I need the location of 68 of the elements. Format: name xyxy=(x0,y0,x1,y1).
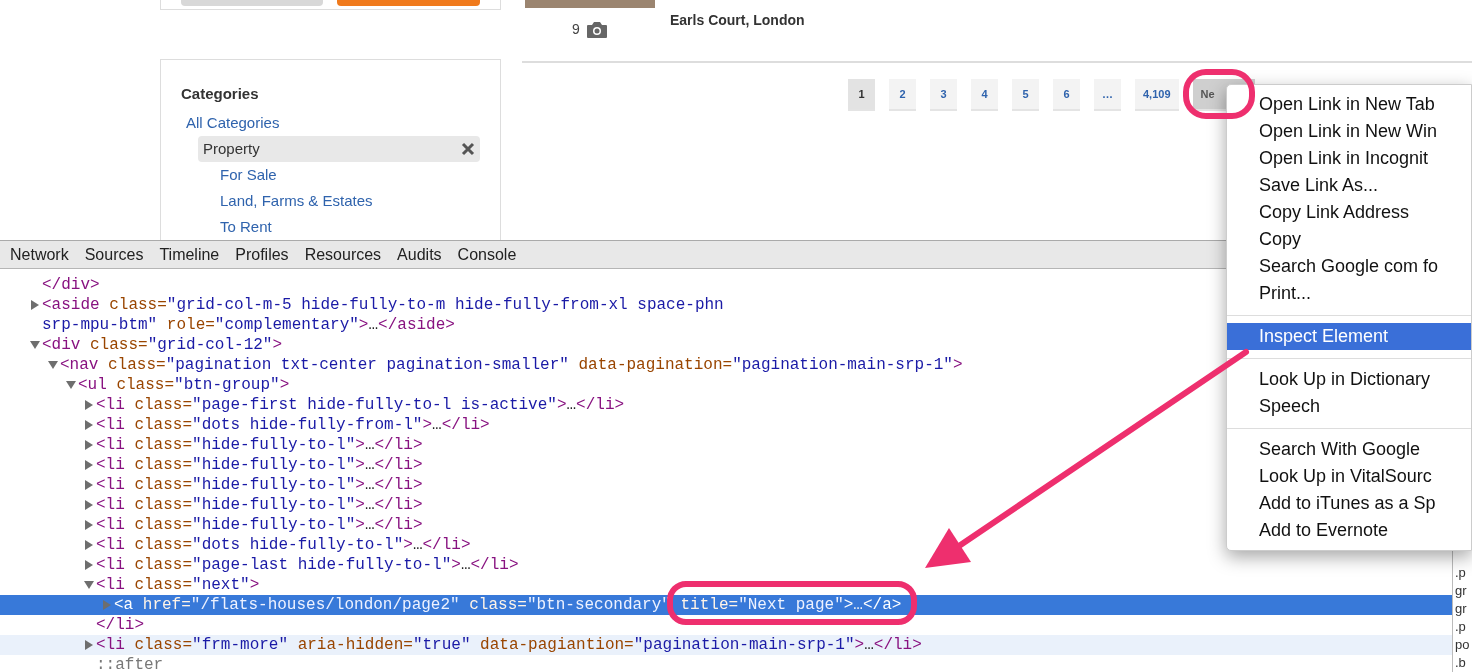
listing-location: Earls Court, London xyxy=(670,12,805,28)
devtools-tab[interactable]: Network xyxy=(10,242,69,267)
devtools-tab[interactable]: Profiles xyxy=(235,242,289,267)
style-fragment: gr xyxy=(1455,600,1468,618)
tree-row[interactable]: <li class="frm-more" aria-hidden="true" data-pagiantion="pagination-main-srp-1">…</li> xyxy=(0,635,1452,655)
menu-item[interactable]: Search Google com fo xyxy=(1227,253,1471,280)
category-link[interactable]: To Rent xyxy=(220,215,272,239)
code-line: <li class="dots hide-fully-to-l">…</li> xyxy=(96,535,471,555)
menu-item[interactable]: Copy xyxy=(1227,226,1471,253)
menu-item[interactable]: Look Up in VitalSourc xyxy=(1227,463,1471,490)
page-button[interactable]: … xyxy=(1094,79,1121,111)
code-line: <li class="hide-fully-to-l">…</li> xyxy=(96,475,423,495)
style-fragment: po xyxy=(1455,636,1471,654)
code-line: <div class="grid-col-12"> xyxy=(42,335,283,355)
close-icon[interactable] xyxy=(461,142,475,156)
tree-row[interactable]: ::after xyxy=(0,655,1452,672)
devtools-tab[interactable]: Sources xyxy=(84,242,144,267)
menu-item[interactable]: Search With Google xyxy=(1227,436,1471,463)
style-fragment: .p xyxy=(1455,618,1467,636)
code-line: <li class="page-last hide-fully-to-l">…</li> xyxy=(96,555,519,575)
photo-count: 9 xyxy=(572,20,580,39)
menu-item[interactable]: Add to iTunes as a Sp xyxy=(1227,490,1471,517)
code-line: <li class="next"> xyxy=(96,575,260,595)
page-button[interactable]: 2 xyxy=(889,79,916,111)
menu-item[interactable]: Look Up in Dictionary xyxy=(1227,366,1471,393)
page-button[interactable]: 5 xyxy=(1012,79,1039,111)
menu-item[interactable]: Open Link in Incognit xyxy=(1227,145,1471,172)
category-row[interactable]: Property xyxy=(198,136,480,162)
style-fragment: .p xyxy=(1455,564,1467,582)
style-fragment: .b xyxy=(1455,654,1467,672)
menu-item[interactable]: Inspect Element xyxy=(1227,323,1471,350)
page-button[interactable]: 4 xyxy=(971,79,998,111)
code-line: <li class="hide-fully-to-l">…</li> xyxy=(96,455,423,475)
devtools-tab[interactable]: Audits xyxy=(397,242,442,267)
code-line: <li class="dots hide-fully-from-l">…</li> xyxy=(96,415,490,435)
code-line: <ul class="btn-group"> xyxy=(78,375,290,395)
devtools-tab[interactable]: Console xyxy=(457,242,517,267)
page-button[interactable]: 3 xyxy=(930,79,957,111)
disclosure-triangle-icon[interactable] xyxy=(84,640,94,650)
tree-row[interactable]: <li class="page-last hide-fully-to-l">…</li> xyxy=(0,555,1452,575)
menu-item[interactable]: Print... xyxy=(1227,280,1471,307)
category-link[interactable]: All Categories xyxy=(186,111,280,135)
page-button[interactable]: 6 xyxy=(1053,79,1080,111)
category-link[interactable]: For Sale xyxy=(220,163,277,187)
code-line: </li> xyxy=(96,615,144,635)
style-fragment: gr xyxy=(1455,582,1468,600)
menu-item[interactable]: Copy Link Address xyxy=(1227,199,1471,226)
code-line: <li class="page-first hide-fully-to-l is-active">…</li> xyxy=(96,395,625,415)
page-button[interactable]: 4,109 xyxy=(1135,79,1179,111)
camera-icon xyxy=(585,20,608,39)
code-line: <aside class="grid-col-m-5 hide-fully-to-m hide-fully-from-xl space-phn srp-mpu-btm" role="complementary">…</aside> xyxy=(42,295,725,335)
code-line: <li class="frm-more" aria-hidden="true" data-pagiantion="pagination-main-srp-1">…</li> xyxy=(96,635,922,655)
disclosure-triangle-icon[interactable] xyxy=(30,300,40,310)
code-line: <li class="hide-fully-to-l">…</li> xyxy=(96,495,423,515)
code-line: <li class="hide-fully-to-l">…</li> xyxy=(96,515,423,535)
menu-item[interactable]: Save Link As... xyxy=(1227,172,1471,199)
highlight-ring xyxy=(1183,69,1255,119)
page-button[interactable]: 1 xyxy=(848,79,875,111)
code-line: ::after xyxy=(96,655,164,672)
menu-item[interactable]: Open Link in New Win xyxy=(1227,118,1471,145)
category-link[interactable]: Land, Farms & Estates xyxy=(220,189,373,213)
devtools-tab[interactable]: Timeline xyxy=(159,242,220,267)
code-line: <li class="hide-fully-to-l">…</li> xyxy=(96,435,423,455)
tree-row[interactable]: <li class="next"> xyxy=(0,575,1452,595)
code-line: <nav class="pagination txt-center pagination-smaller" data-pagination="pagination-main-srp-1"> xyxy=(60,355,963,375)
devtools-tab[interactable]: Resources xyxy=(304,242,382,267)
category-label: Property xyxy=(203,138,260,159)
categories-heading: Categories xyxy=(180,84,260,104)
